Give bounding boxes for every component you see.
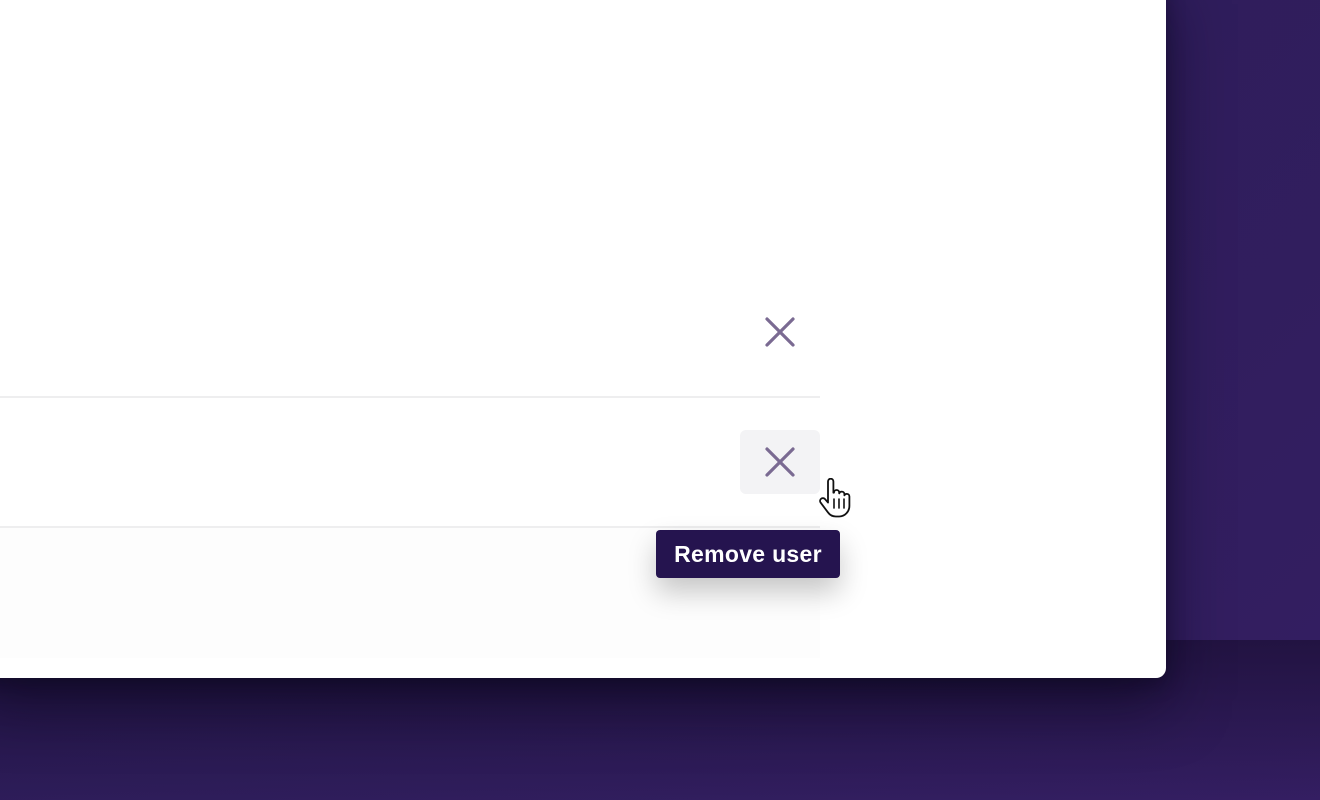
close-icon [765,447,795,477]
dialog-panel [0,0,1166,678]
remove-user-tooltip: Remove user [656,530,840,578]
list-item [0,266,820,398]
remove-user-button[interactable] [740,430,820,494]
pointer-hand-icon [819,478,851,518]
remove-user-button[interactable] [740,300,820,364]
close-icon [765,317,795,347]
list-item [0,396,820,528]
